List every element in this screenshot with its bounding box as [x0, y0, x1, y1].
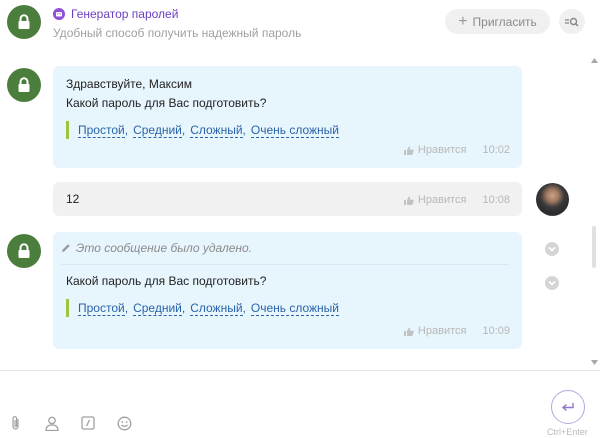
message-time: 10:08 [482, 194, 510, 206]
bot-avatar[interactable] [7, 68, 41, 102]
message-time: 10:09 [482, 325, 510, 337]
bot-badge-icon [53, 8, 65, 20]
message-divider [61, 264, 509, 265]
message-time: 10:02 [482, 144, 510, 156]
message-input[interactable] [0, 371, 545, 411]
lock-icon [18, 243, 30, 258]
user-avatar[interactable] [536, 183, 569, 216]
message-meta: Нравится 10:08 [403, 194, 510, 206]
quick-replies: Простой, Средний, Сложный, Очень сложный [66, 121, 509, 139]
like-label: Нравится [417, 325, 467, 337]
message-text: Какой пароль для Вас подготовить? [66, 274, 267, 288]
deleted-notice: Это сообщение было удалено. [61, 241, 509, 255]
invite-label: Пригласить [472, 14, 537, 29]
like-button[interactable]: Нравится [403, 144, 467, 156]
message-text: Какой пароль для Вас подготовить? [66, 96, 267, 110]
like-button[interactable]: Нравится [403, 194, 467, 206]
composer-toolbar [8, 415, 152, 431]
chat-header: Генератор паролей Удобный способ получит… [0, 0, 600, 50]
commands-button[interactable] [80, 415, 96, 431]
emoji-button[interactable] [116, 415, 132, 431]
lock-icon [18, 77, 30, 92]
quick-reply-medium[interactable]: Средний [133, 301, 182, 316]
quick-reply-complex[interactable]: Сложный [190, 301, 243, 316]
deleted-text: Это сообщение было удалено. [76, 241, 253, 255]
person-icon [45, 416, 59, 431]
send-icon [561, 402, 574, 411]
message-meta: Нравится 10:09 [403, 325, 510, 337]
search-icon [565, 17, 579, 27]
message-scrollbar[interactable] [588, 56, 600, 370]
paperclip-icon [12, 416, 19, 430]
like-label: Нравится [417, 144, 467, 156]
thumbs-up-icon [403, 196, 414, 205]
smile-icon [117, 416, 131, 430]
quick-replies-bar [66, 299, 69, 317]
quick-reply-medium[interactable]: Средний [133, 123, 182, 138]
quick-replies-bar [66, 121, 69, 139]
like-label: Нравится [417, 194, 467, 206]
message-text: Здравствуйте, Максим [66, 77, 192, 91]
message-menu-button[interactable] [545, 242, 559, 256]
quick-reply-separator: , [242, 123, 246, 137]
chevron-down-icon [548, 246, 556, 252]
chat-title[interactable]: Генератор паролей [71, 7, 178, 21]
quick-reply-separator: , [181, 123, 186, 137]
send-shortcut-hint: Ctrl+Enter [547, 427, 588, 437]
quick-reply-very-complex[interactable]: Очень сложный [250, 123, 340, 138]
quick-reply-separator: , [242, 301, 246, 315]
quick-reply-simple[interactable]: Простой [78, 301, 125, 316]
command-icon [81, 416, 95, 430]
pencil-icon [62, 244, 70, 252]
message-bubble: Это сообщение было удалено. Какой пароль… [53, 232, 522, 349]
message-meta: Нравится 10:02 [403, 144, 510, 156]
quick-reply-separator: , [124, 123, 129, 137]
quick-reply-very-complex[interactable]: Очень сложный [250, 301, 340, 316]
quick-reply-separator: , [124, 301, 129, 315]
lock-icon [18, 14, 30, 29]
message-menu-button[interactable] [545, 276, 559, 290]
chat-app: Генератор паролей Удобный способ получит… [0, 0, 600, 438]
quick-replies: Простой, Средний, Сложный, Очень сложный [66, 299, 509, 317]
quick-reply-complex[interactable]: Сложный [190, 123, 243, 138]
thumbs-up-icon [403, 327, 414, 336]
scroll-up-arrow[interactable] [590, 56, 598, 64]
bot-avatar[interactable] [7, 5, 41, 39]
chat-subtitle: Удобный способ получить надежный пароль [53, 26, 302, 40]
invite-button[interactable]: + Пригласить [445, 9, 550, 34]
message-bubble: Здравствуйте, Максим Какой пароль для Ва… [53, 66, 522, 168]
message-bubble: 12 Нравится 10:08 [53, 182, 522, 216]
message-list: Здравствуйте, Максим Какой пароль для Ва… [0, 56, 588, 370]
search-button[interactable] [559, 9, 585, 34]
chevron-down-icon [548, 280, 556, 286]
like-button[interactable]: Нравится [403, 325, 467, 337]
chat-title-row: Генератор паролей [53, 7, 178, 21]
quick-reply-simple[interactable]: Простой [78, 123, 125, 138]
scroll-down-arrow[interactable] [590, 358, 598, 366]
thumbs-up-icon [403, 146, 414, 155]
send-button[interactable] [551, 390, 585, 424]
attach-button[interactable] [8, 415, 24, 431]
scroll-thumb[interactable] [592, 226, 596, 268]
mention-button[interactable] [44, 415, 60, 431]
quick-reply-separator: , [181, 301, 186, 315]
bot-avatar[interactable] [7, 234, 41, 268]
plus-icon: + [458, 12, 468, 30]
